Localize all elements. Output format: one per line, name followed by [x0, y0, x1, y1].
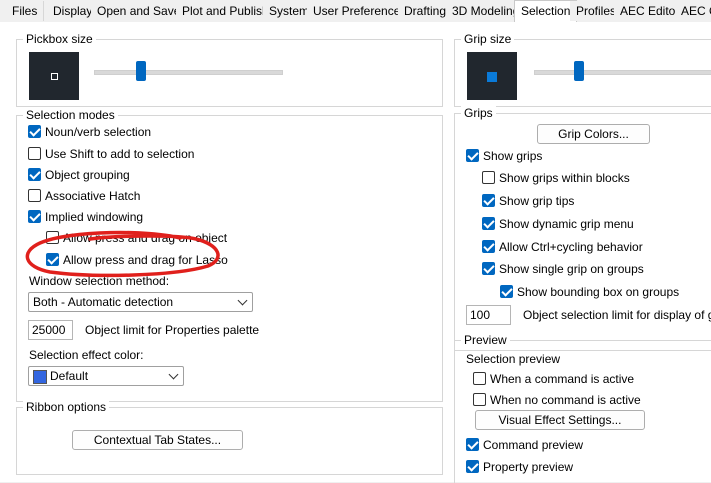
tab-aec-overflow[interactable]: AEC O — [675, 1, 711, 21]
selection-tab-content: Pickbox size Selection modes Noun/verb s… — [0, 22, 711, 483]
tab-drafting[interactable]: Drafting — [398, 1, 454, 21]
tab-plot-and-publish[interactable]: Plot and Publish — [176, 1, 276, 21]
red-annotation-circle — [25, 230, 220, 278]
tab-selection[interactable]: Selection — [514, 0, 578, 23]
tab-open-and-save[interactable]: Open and Save — [91, 1, 188, 21]
tab-bar: Files Display Open and Save Plot and Pub… — [0, 0, 711, 23]
tab-files[interactable]: Files — [6, 1, 45, 21]
